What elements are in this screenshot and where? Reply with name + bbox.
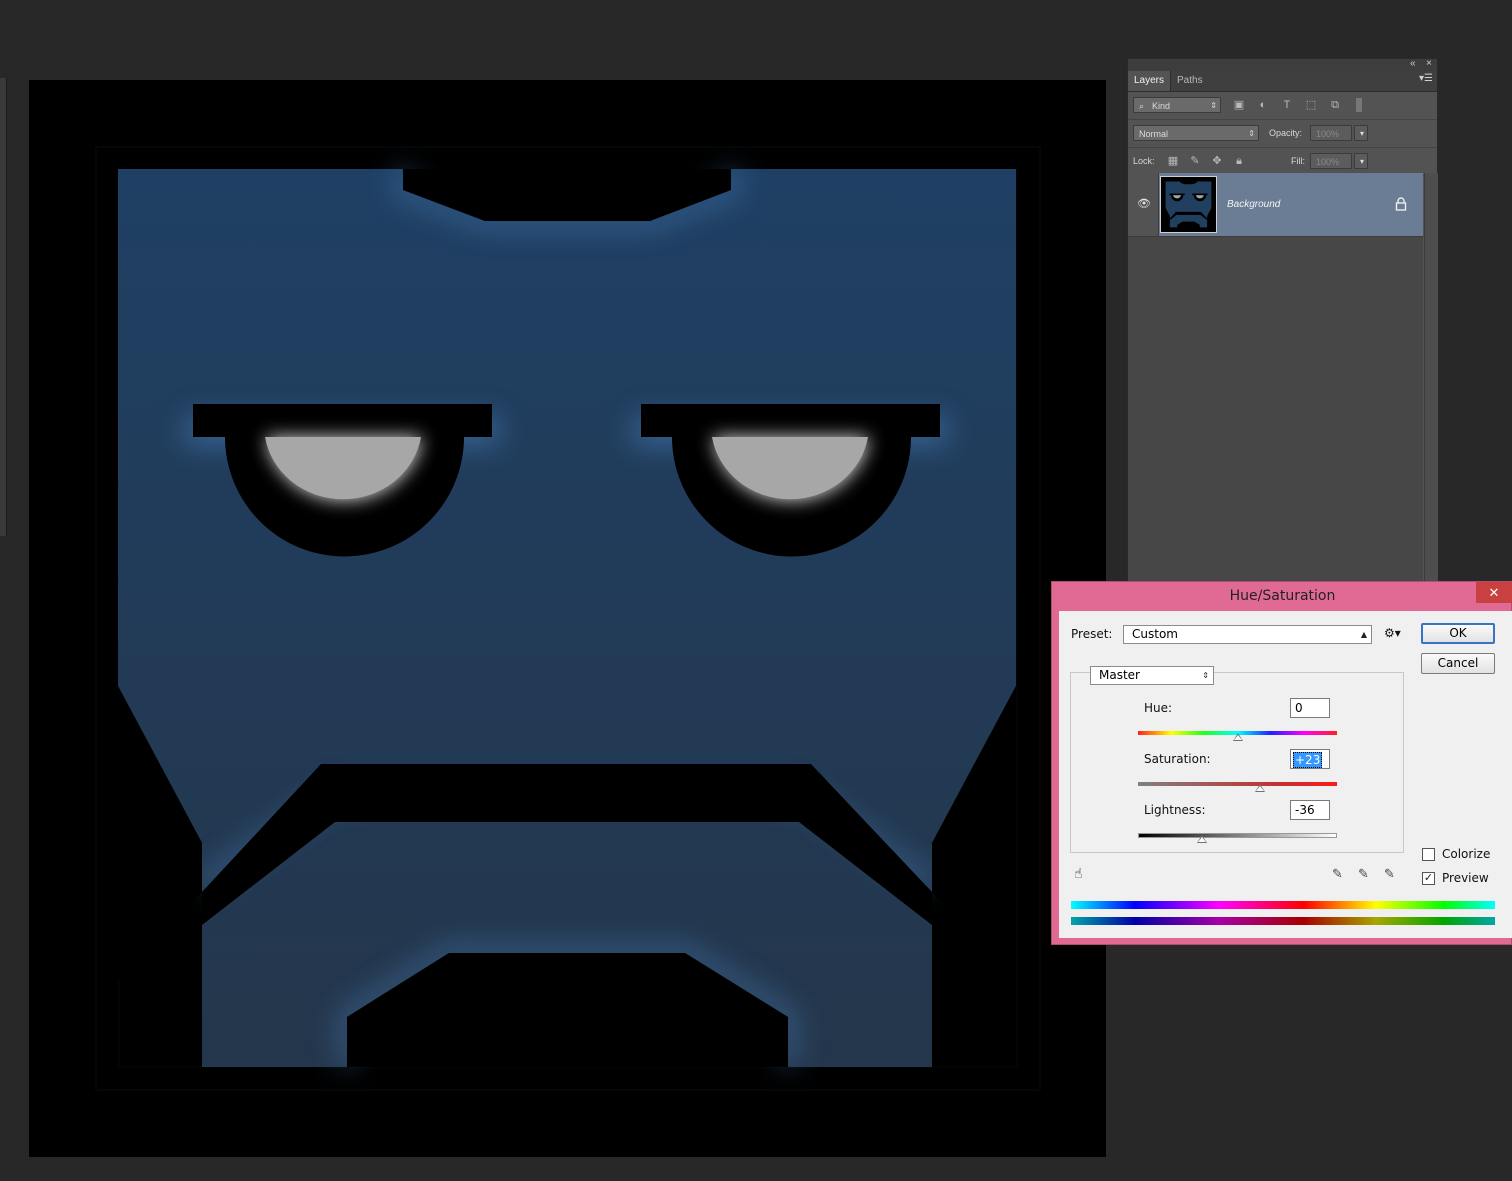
- layers-list: 👁︎ Background: [1128, 173, 1423, 582]
- layers-panel: « × Layers Paths ▾☰ ⌕ Kind ⇕ ▣ ◐ T ⬚ ⧉ N…: [1127, 58, 1438, 583]
- visibility-column: 👁︎: [1128, 173, 1159, 236]
- opacity-field[interactable]: 100%: [1310, 125, 1352, 141]
- collapse-icon[interactable]: «: [1410, 58, 1416, 70]
- fill-label: Fill:: [1291, 156, 1305, 166]
- panel-menu-icon[interactable]: ▾☰: [1419, 73, 1433, 84]
- hue-field[interactable]: 0: [1290, 698, 1330, 718]
- smart-object-filter-icon[interactable]: ⧉: [1328, 98, 1342, 112]
- adjustment-filter-icon[interactable]: ◐: [1256, 98, 1270, 112]
- dialog-body: Preset: Custom ▲ ⚙▾ OK Cancel Master ⇕ H…: [1059, 611, 1512, 938]
- preview-label: Preview: [1442, 871, 1489, 885]
- type-filter-icon[interactable]: T: [1280, 98, 1294, 112]
- chevron-updown-icon: ▲: [1360, 630, 1367, 639]
- layer-thumbnail: [1160, 176, 1217, 233]
- lock-icon: [1395, 197, 1407, 211]
- eye-icon[interactable]: 👁︎: [1137, 198, 1151, 211]
- toolbar-edge: [0, 78, 7, 536]
- adjustment-group: [1070, 672, 1404, 853]
- fill-dropdown[interactable]: ▾: [1354, 153, 1368, 169]
- thumbnail-artwork: [1165, 181, 1212, 228]
- output-color-bar: [1071, 917, 1495, 925]
- lock-image-icon[interactable]: ✎: [1188, 154, 1202, 168]
- targeted-adjustment-hand-icon[interactable]: ☝: [1074, 866, 1083, 882]
- saturation-field[interactable]: +23: [1290, 749, 1330, 769]
- blend-mode-value: Normal: [1139, 129, 1169, 139]
- eyedropper-minus-icon[interactable]: ✎: [1384, 867, 1395, 882]
- filter-toggle[interactable]: [1356, 98, 1362, 112]
- lock-pixels-icon[interactable]: ▦: [1166, 154, 1180, 168]
- hue-saturation-dialog: Hue/Saturation ✕ Preset: Custom ▲ ⚙▾ OK …: [1051, 581, 1512, 945]
- mask-face: [118, 169, 1016, 1067]
- layer-row[interactable]: 👁︎ Background: [1128, 173, 1423, 237]
- mask-artwork: [95, 146, 1041, 1091]
- kind-filter-label: Kind: [1152, 101, 1171, 111]
- tab-paths[interactable]: Paths: [1171, 71, 1209, 91]
- channel-select[interactable]: Master ⇕: [1090, 666, 1214, 685]
- preview-checkbox[interactable]: ✓: [1422, 872, 1435, 885]
- chevron-updown-icon: ⇕: [1202, 671, 1209, 680]
- lock-label: Lock:: [1133, 156, 1155, 166]
- close-button[interactable]: ✕: [1476, 582, 1512, 603]
- lock-position-icon[interactable]: ✥: [1210, 154, 1224, 168]
- saturation-label: Saturation:: [1144, 752, 1211, 766]
- saturation-slider[interactable]: [1138, 782, 1337, 786]
- lightness-label: Lightness:: [1144, 803, 1206, 817]
- panel-tabs: Layers Paths ▾☰: [1128, 71, 1437, 92]
- eyedropper-icon[interactable]: ✎: [1332, 867, 1343, 882]
- lock-row: Lock: ▦ ✎ ✥ 🔒︎ Fill: 100% ▾: [1128, 148, 1437, 176]
- colorize-label: Colorize: [1442, 847, 1491, 861]
- tab-layers[interactable]: Layers: [1128, 71, 1172, 91]
- panel-title-bar: « ×: [1128, 58, 1437, 71]
- opacity-dropdown[interactable]: ▾: [1354, 125, 1368, 141]
- blend-row: Normal ⇕ Opacity: 100% ▾: [1128, 120, 1437, 148]
- channel-value: Master: [1099, 668, 1140, 682]
- saturation-value: +23: [1293, 752, 1323, 768]
- chevron-updown-icon: ⇕: [1210, 101, 1217, 110]
- preset-value: Custom: [1132, 627, 1178, 641]
- document-canvas[interactable]: [29, 80, 1106, 1157]
- lightness-field[interactable]: -36: [1290, 800, 1330, 820]
- lock-all-icon[interactable]: 🔒︎: [1232, 154, 1246, 168]
- lightness-slider-thumb[interactable]: [1196, 835, 1207, 843]
- fill-field[interactable]: 100%: [1310, 153, 1352, 169]
- lightness-slider[interactable]: [1138, 833, 1337, 838]
- preset-select[interactable]: Custom ▲: [1123, 625, 1372, 644]
- shape-filter-icon[interactable]: ⬚: [1304, 98, 1318, 112]
- dialog-title: Hue/Saturation: [1229, 588, 1336, 604]
- chevron-updown-icon: ⇕: [1248, 129, 1255, 138]
- blend-mode-select[interactable]: Normal ⇕: [1133, 125, 1259, 141]
- opacity-label: Opacity:: [1269, 128, 1303, 138]
- kind-filter-select[interactable]: ⌕ Kind ⇕: [1133, 97, 1221, 113]
- search-icon: ⌕: [1139, 101, 1145, 111]
- eyedropper-plus-icon[interactable]: ✎: [1358, 867, 1369, 882]
- close-icon[interactable]: ×: [1426, 58, 1432, 70]
- image-filter-icon[interactable]: ▣: [1232, 98, 1246, 112]
- ok-button[interactable]: OK: [1421, 623, 1495, 644]
- saturation-slider-thumb[interactable]: [1255, 784, 1266, 792]
- layer-name: Background: [1227, 199, 1281, 210]
- input-color-bar: [1071, 901, 1495, 909]
- filter-row: ⌕ Kind ⇕ ▣ ◐ T ⬚ ⧉: [1128, 92, 1437, 120]
- colorize-checkbox[interactable]: [1422, 848, 1435, 861]
- cancel-button[interactable]: Cancel: [1421, 653, 1495, 674]
- gear-icon[interactable]: ⚙▾: [1384, 626, 1401, 640]
- hue-slider-thumb[interactable]: [1232, 733, 1243, 741]
- layers-scrollbar[interactable]: [1424, 173, 1438, 582]
- hue-label: Hue:: [1144, 701, 1173, 715]
- preset-label: Preset:: [1071, 627, 1113, 641]
